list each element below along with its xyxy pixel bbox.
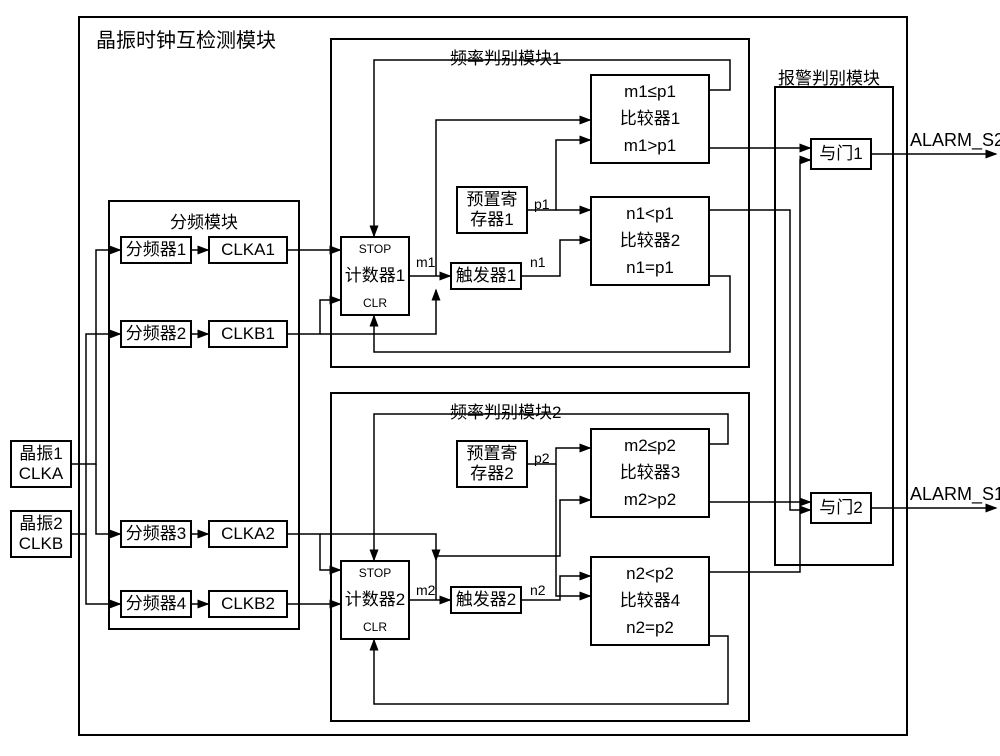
counter1-name: 计数器1	[345, 266, 405, 286]
comp4: n2<p2 比较器4 n2=p2	[590, 556, 710, 646]
counter1-stop: STOP	[359, 242, 391, 256]
m2-label: m2	[416, 582, 435, 598]
comp2-lower: n1=p1	[626, 258, 674, 278]
trigger1: 触发器1	[450, 262, 522, 290]
preset2-l1: 预置寄	[467, 444, 518, 464]
comp2: n1<p1 比较器2 n1=p1	[590, 196, 710, 286]
clka2: CLKA2	[208, 520, 288, 548]
counter1-clr: CLR	[363, 296, 387, 310]
freq2-title: 频率判别模块2	[450, 398, 561, 423]
p1-label: p1	[534, 196, 550, 212]
osc1-name: 晶振1	[19, 444, 62, 464]
comp1-name: 比较器1	[620, 109, 680, 129]
osc2-signal: CLKB	[19, 534, 63, 554]
comp2-name: 比较器2	[620, 231, 680, 251]
and1: 与门1	[810, 138, 872, 170]
osc2-name: 晶振2	[19, 514, 62, 534]
n1-label: n1	[530, 254, 546, 270]
comp3-name: 比较器3	[620, 463, 680, 483]
comp2-upper: n1<p1	[626, 204, 674, 224]
trigger2: 触发器2	[450, 586, 522, 614]
n2-label: n2	[530, 582, 546, 598]
osc1-signal: CLKA	[19, 464, 63, 484]
preset1-l2: 存器1	[470, 210, 513, 230]
preset2-l2: 存器2	[470, 464, 513, 484]
counter1: STOP 计数器1 CLR	[340, 236, 410, 316]
comp4-upper: n2<p2	[626, 564, 674, 584]
comp1-upper: m1≤p1	[624, 82, 676, 102]
p2-label: p2	[534, 450, 550, 466]
comp3: m2≤p2 比较器3 m2>p2	[590, 428, 710, 518]
osc2-box: 晶振2 CLKB	[10, 510, 72, 558]
divider-module	[108, 200, 300, 630]
comp1-lower: m1>p1	[624, 136, 676, 156]
comp3-lower: m2>p2	[624, 490, 676, 510]
preset2: 预置寄 存器2	[456, 440, 528, 488]
and2: 与门2	[810, 492, 872, 524]
preset1: 预置寄 存器1	[456, 186, 528, 234]
div4: 分频器4	[120, 590, 192, 618]
freq1-title: 频率判别模块1	[450, 44, 561, 69]
clka1: CLKA1	[208, 236, 288, 264]
clkb2: CLKB2	[208, 590, 288, 618]
m1-label: m1	[416, 254, 435, 270]
osc1-box: 晶振1 CLKA	[10, 440, 72, 488]
clkb1: CLKB1	[208, 320, 288, 348]
divider-title: 分频模块	[170, 208, 238, 233]
counter2: STOP 计数器2 CLR	[340, 560, 410, 640]
comp4-lower: n2=p2	[626, 618, 674, 638]
counter2-clr: CLR	[363, 620, 387, 634]
counter2-stop: STOP	[359, 566, 391, 580]
alarm-out1: ALARM_S2	[910, 130, 1000, 151]
counter2-name: 计数器2	[345, 590, 405, 610]
comp1: m1≤p1 比较器1 m1>p1	[590, 74, 710, 164]
preset1-l1: 预置寄	[467, 190, 518, 210]
comp4-name: 比较器4	[620, 591, 680, 611]
div3: 分频器3	[120, 520, 192, 548]
comp3-upper: m2≤p2	[624, 436, 676, 456]
div1: 分频器1	[120, 236, 192, 264]
alarm-title: 报警判别模块	[778, 64, 880, 89]
outer-title: 晶振时钟互检测模块	[96, 24, 276, 53]
alarm-out2: ALARM_S1	[910, 484, 1000, 505]
div2: 分频器2	[120, 320, 192, 348]
